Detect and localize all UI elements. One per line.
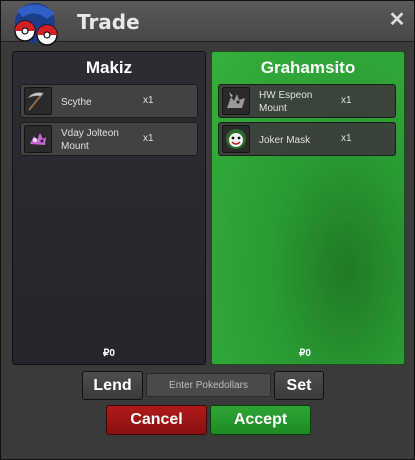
trade-item-slot[interactable]: Scythe x1 (20, 84, 198, 118)
partner-offer-panel: Grahamsito HW Espeon Mount x1 Joker Mask… (211, 51, 405, 365)
pokeball-logo-icon (14, 3, 58, 46)
scythe-icon (24, 87, 52, 115)
money-amount: 0 (109, 348, 115, 359)
trade-item-slot[interactable]: Vday Jolteon Mount x1 (20, 122, 198, 156)
set-money-button[interactable]: Set (274, 371, 324, 400)
lend-button[interactable]: Lend (82, 371, 143, 400)
joker-mask-icon (222, 125, 250, 153)
item-quantity: x1 (143, 133, 154, 144)
close-icon[interactable]: ✕ (386, 9, 408, 31)
item-name: Scythe (61, 96, 92, 108)
money-offer-left: ₽0 (103, 348, 133, 359)
pokedollars-input[interactable] (146, 373, 271, 397)
trade-item-slot[interactable]: HW Espeon Mount x1 (218, 84, 396, 118)
trade-window: Trade ✕ Makiz Scythe x1 Vday Jolteon Mou… (0, 0, 415, 460)
window-title: Trade (77, 10, 140, 34)
trader-name-right: Grahamsito (260, 58, 356, 77)
item-name: Vday Jolteon Mount (61, 128, 119, 152)
trader-name-left: Makiz (85, 58, 133, 77)
accept-button[interactable]: Accept (210, 405, 311, 435)
item-name: Joker Mask (259, 134, 311, 146)
item-name: HW Espeon Mount (259, 90, 313, 114)
title-bar[interactable]: Trade ✕ (1, 1, 414, 46)
espeon-mount-icon (222, 87, 250, 115)
item-quantity: x1 (143, 95, 154, 106)
item-quantity: x1 (341, 133, 352, 144)
money-offer-right: ₽0 (299, 348, 329, 359)
jolteon-mount-icon (24, 125, 52, 153)
item-quantity: x1 (341, 95, 352, 106)
trade-item-slot[interactable]: Joker Mask x1 (218, 122, 396, 156)
cancel-button[interactable]: Cancel (106, 405, 207, 435)
money-amount: 0 (305, 348, 311, 359)
my-offer-panel: Makiz Scythe x1 Vday Jolteon Mount x1 ₽0 (12, 51, 206, 365)
